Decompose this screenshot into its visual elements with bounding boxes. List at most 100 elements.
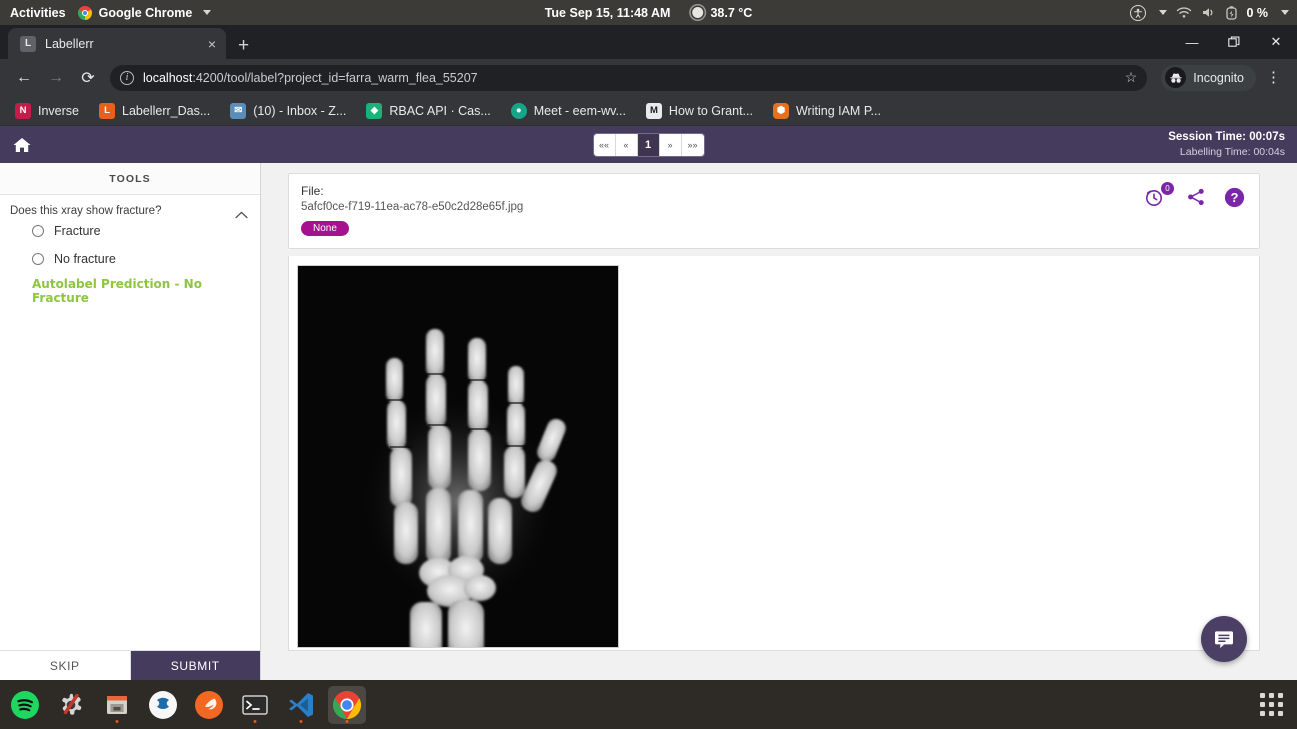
skip-button[interactable]: SKIP — [0, 651, 131, 680]
wifi-icon[interactable] — [1176, 6, 1192, 19]
dock-item-terminal[interactable] — [236, 686, 274, 724]
vscode-icon — [289, 692, 313, 717]
grid-dot — [1260, 702, 1265, 707]
site-info-icon[interactable]: i — [120, 70, 134, 85]
hand-xray-image[interactable] — [297, 265, 619, 648]
bookmark-item[interactable]: M How to Grant... — [639, 100, 760, 122]
sun-icon — [692, 7, 704, 18]
back-button[interactable]: ← — [10, 64, 38, 92]
running-indicator — [253, 719, 257, 723]
clock-label: Tue Sep 15, 11:48 AM — [544, 5, 671, 20]
address-bar[interactable]: i localhost:4200/tool/label?project_id=f… — [110, 64, 1148, 91]
chat-button[interactable] — [1201, 616, 1247, 662]
dock-item-vscode[interactable] — [282, 686, 320, 724]
grid-dot — [1260, 693, 1265, 698]
volume-icon[interactable] — [1201, 6, 1217, 19]
chrome-window: L Labellerr × + — ✕ ← → ⟳ i localhost:42… — [0, 25, 1297, 680]
bookmark-item[interactable]: ✉ (10) - Inbox - Z... — [223, 100, 353, 122]
weather-indicator: 38.7 °C — [692, 6, 752, 20]
bookmark-label: (10) - Inbox - Z... — [253, 103, 347, 118]
incognito-label: Incognito — [1193, 70, 1244, 85]
file-info-card: File: 5afcf0ce-f719-11ea-ac78-e50c2d28e6… — [288, 173, 1260, 249]
bookmark-item[interactable]: L Labellerr_Das... — [92, 100, 217, 122]
active-app-menu[interactable]: Google Chrome — [77, 5, 212, 20]
tab-labellerr[interactable]: L Labellerr × — [8, 28, 226, 59]
image-canvas[interactable] — [288, 256, 1260, 662]
autolabel-prediction: Autolabel Prediction - No Fracture — [32, 277, 202, 305]
settings-icon — [62, 693, 82, 715]
labelling-time-label: Labelling Time: 00:04s — [1179, 146, 1285, 159]
grid-dot — [1269, 711, 1274, 716]
temperature-label: 38.7 °C — [710, 5, 753, 20]
maximize-button[interactable] — [1213, 25, 1255, 59]
bookmark-item[interactable]: ⬢ Writing IAM P... — [766, 100, 888, 122]
tools-panel: TOOLS Does this xray show fracture? Frac… — [0, 163, 261, 680]
page-first-button[interactable]: «« — [593, 133, 616, 156]
chevron-down-icon — [1281, 10, 1289, 15]
option-no-fracture[interactable]: No fracture — [10, 245, 250, 273]
grid-dot — [1278, 702, 1283, 707]
dock-item-firefox[interactable] — [190, 686, 228, 724]
url-path: :4200/tool/label?project_id=farra_warm_f… — [192, 70, 478, 85]
forward-button[interactable]: → — [42, 64, 70, 92]
close-window-button[interactable]: ✕ — [1255, 25, 1297, 59]
clock-area[interactable]: Tue Sep 15, 11:48 AM 38.7 °C — [545, 6, 753, 20]
home-icon[interactable] — [12, 135, 32, 155]
option-fracture[interactable]: Fracture — [10, 217, 250, 245]
pagination[interactable]: «« « 1 » »» — [593, 133, 704, 156]
chrome-menu-button[interactable]: ⋮ — [1260, 70, 1287, 85]
battery-icon[interactable] — [1226, 5, 1238, 20]
grid-dot — [1269, 693, 1274, 698]
bookmark-favicon: ✉ — [230, 102, 247, 119]
incognito-indicator[interactable]: Incognito — [1161, 64, 1256, 91]
bookmark-item[interactable]: N Inverse — [8, 100, 86, 122]
status-badge: None — [301, 221, 349, 236]
page-next-button[interactable]: » — [659, 133, 682, 156]
work-area: File: 5afcf0ce-f719-11ea-ac78-e50c2d28e6… — [261, 163, 1297, 680]
grid-dot — [1278, 693, 1283, 698]
page-prev-button[interactable]: « — [615, 133, 638, 156]
grid-dot — [1260, 711, 1265, 716]
bookmark-favicon: ◆ — [366, 102, 383, 119]
apps-grid-icon[interactable] — [1260, 693, 1283, 716]
active-app-label: Google Chrome — [98, 5, 193, 20]
accessibility-icon[interactable] — [1130, 4, 1147, 21]
chevron-down-icon — [203, 10, 212, 15]
radio-icon[interactable] — [32, 225, 44, 237]
activities-button[interactable]: Activities — [0, 6, 78, 20]
dock-item-spotify[interactable] — [6, 686, 44, 724]
dock-item-files[interactable] — [98, 686, 136, 724]
radio-icon[interactable] — [32, 253, 44, 265]
help-icon[interactable]: ? — [1224, 187, 1245, 213]
bookmark-label: Meet - eem-wv... — [533, 103, 626, 118]
dock-item-sublime[interactable] — [144, 686, 182, 724]
chevron-up-icon[interactable] — [235, 206, 248, 224]
card-actions: 0 ? — [1144, 182, 1245, 213]
spotify-icon — [11, 690, 39, 719]
submit-button[interactable]: SUBMIT — [130, 651, 260, 680]
system-indicators[interactable]: 0 % — [1130, 4, 1289, 21]
sublime-icon — [149, 690, 177, 719]
chrome-icon — [77, 5, 92, 20]
page-current-button[interactable]: 1 — [637, 133, 660, 156]
bookmark-item[interactable]: ◆ RBAC API · Cas... — [359, 100, 497, 122]
dock-item-chrome[interactable] — [328, 685, 366, 724]
new-tab-button[interactable]: + — [238, 36, 249, 55]
reload-button[interactable]: ⟳ — [74, 64, 102, 92]
history-icon[interactable]: 0 — [1144, 182, 1174, 213]
dock-item-settings[interactable] — [52, 686, 90, 724]
bookmark-item[interactable]: ● Meet - eem-wv... — [504, 100, 633, 122]
grid-dot — [1278, 711, 1283, 716]
incognito-icon — [1165, 67, 1187, 88]
bookmark-star-icon[interactable]: ☆ — [1125, 69, 1138, 86]
close-icon[interactable]: × — [206, 37, 218, 51]
share-icon[interactable] — [1186, 187, 1206, 212]
minimize-button[interactable]: — — [1171, 25, 1213, 59]
labellerr-app: «« « 1 » »» Session Time: 00:07s Labelli… — [0, 126, 1297, 680]
page-last-button[interactable]: »» — [681, 133, 704, 156]
labellerr-favicon: L — [20, 35, 36, 52]
os-top-bar: Activities Google Chrome Tue Sep 15, 11:… — [0, 0, 1297, 25]
url-text: localhost:4200/tool/label?project_id=far… — [143, 71, 478, 85]
taskbar — [0, 680, 366, 729]
bookmark-favicon: ⬢ — [772, 102, 789, 119]
